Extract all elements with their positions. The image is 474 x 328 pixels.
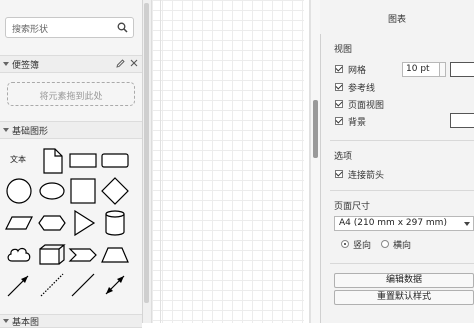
grid-size-input[interactable]: 10 pt bbox=[402, 62, 440, 77]
search-input[interactable]: 搜索形状 bbox=[5, 17, 134, 38]
page-boundary bbox=[160, 0, 310, 323]
scratchpad-header[interactable]: 便签簿 bbox=[0, 55, 142, 73]
tab-diagram[interactable]: 图表 bbox=[320, 0, 474, 34]
shape-circle[interactable] bbox=[4, 176, 34, 206]
shape-trapezoid[interactable] bbox=[100, 240, 130, 270]
connection-arrows-checkbox[interactable] bbox=[335, 170, 343, 178]
background-checkbox[interactable] bbox=[335, 117, 343, 125]
options-section-title: 选项 bbox=[334, 152, 353, 162]
next-section-header[interactable]: 基本图 bbox=[0, 314, 142, 328]
divider bbox=[330, 140, 474, 141]
canvas-scrollbar[interactable] bbox=[310, 0, 320, 323]
reset-default-style-button[interactable]: 重置默认样式 bbox=[334, 290, 474, 305]
edit-data-button[interactable]: 编辑数据 bbox=[334, 273, 474, 288]
scratchpad-drop-zone[interactable]: 将元素拖到此处 bbox=[7, 82, 135, 106]
page-size-section-title: 页面尺寸 bbox=[334, 202, 371, 212]
collapse-triangle-icon bbox=[3, 319, 9, 323]
chevron-down-icon bbox=[464, 222, 470, 226]
shape-triangle[interactable] bbox=[68, 208, 98, 238]
search-icon[interactable] bbox=[117, 22, 128, 33]
tab-diagram-label: 图表 bbox=[387, 15, 406, 25]
shape-ellipse[interactable] bbox=[37, 176, 67, 206]
shape-document[interactable] bbox=[37, 146, 67, 176]
grid-size-value: 10 pt bbox=[406, 64, 430, 74]
edit-icon[interactable] bbox=[116, 59, 125, 68]
search-placeholder: 搜索形状 bbox=[12, 25, 49, 35]
page-view-checkbox[interactable] bbox=[335, 100, 343, 108]
divider bbox=[330, 263, 474, 264]
connection-arrows-label: 连接箭头 bbox=[348, 171, 385, 181]
shape-diamond[interactable] bbox=[100, 176, 130, 206]
page-size-selected: A4 (210 mm x 297 mm) bbox=[339, 218, 447, 228]
sidebar-scrollbar-thumb[interactable] bbox=[144, 3, 149, 303]
grid-checkbox[interactable] bbox=[335, 65, 343, 73]
shape-parallelogram[interactable] bbox=[4, 208, 34, 238]
text-shape-label: 文本 bbox=[10, 155, 26, 164]
background-label: 背景 bbox=[348, 118, 367, 128]
page-size-select[interactable]: A4 (210 mm x 297 mm) bbox=[334, 216, 474, 231]
close-icon[interactable] bbox=[130, 59, 138, 67]
grid-color-swatch[interactable] bbox=[450, 62, 474, 77]
shape-step[interactable] bbox=[68, 240, 98, 270]
portrait-label: 竖向 bbox=[353, 241, 372, 251]
sidebar-scrollbar[interactable] bbox=[143, 0, 152, 323]
grid-label: 网格 bbox=[348, 66, 367, 76]
shape-cloud[interactable] bbox=[4, 240, 34, 270]
grid-size-stepper[interactable] bbox=[440, 62, 446, 77]
shape-rounded-rectangle[interactable] bbox=[100, 146, 130, 176]
shape-rectangle[interactable] bbox=[68, 146, 98, 176]
shape-line[interactable] bbox=[68, 270, 98, 300]
guides-label: 参考线 bbox=[348, 84, 376, 94]
shape-cylinder[interactable] bbox=[100, 208, 130, 238]
collapse-triangle-icon bbox=[3, 128, 9, 132]
shape-square[interactable] bbox=[68, 176, 98, 206]
drop-hint: 将元素拖到此处 bbox=[39, 92, 103, 102]
next-section-title: 基本图 bbox=[12, 318, 40, 328]
general-shapes-header[interactable]: 基础图形 bbox=[0, 121, 142, 139]
shape-bidirectional-arrow[interactable] bbox=[100, 270, 130, 300]
collapse-triangle-icon bbox=[3, 62, 9, 66]
scratchpad-title: 便签簿 bbox=[12, 61, 40, 71]
view-section-title: 视图 bbox=[334, 45, 353, 55]
canvas-scrollbar-thumb[interactable] bbox=[313, 100, 318, 158]
background-color-swatch[interactable] bbox=[450, 113, 474, 128]
portrait-radio[interactable] bbox=[341, 240, 349, 248]
shape-cube[interactable] bbox=[37, 240, 67, 270]
landscape-radio[interactable] bbox=[381, 240, 389, 248]
shape-arrow-line[interactable] bbox=[4, 270, 34, 300]
general-shapes-title: 基础图形 bbox=[12, 127, 49, 137]
shape-hexagon[interactable] bbox=[37, 208, 67, 238]
page-view-label: 页面视图 bbox=[348, 101, 385, 111]
divider bbox=[330, 190, 474, 191]
shape-dotted-line[interactable] bbox=[37, 270, 67, 300]
landscape-label: 横向 bbox=[393, 241, 412, 251]
guides-checkbox[interactable] bbox=[335, 83, 343, 91]
